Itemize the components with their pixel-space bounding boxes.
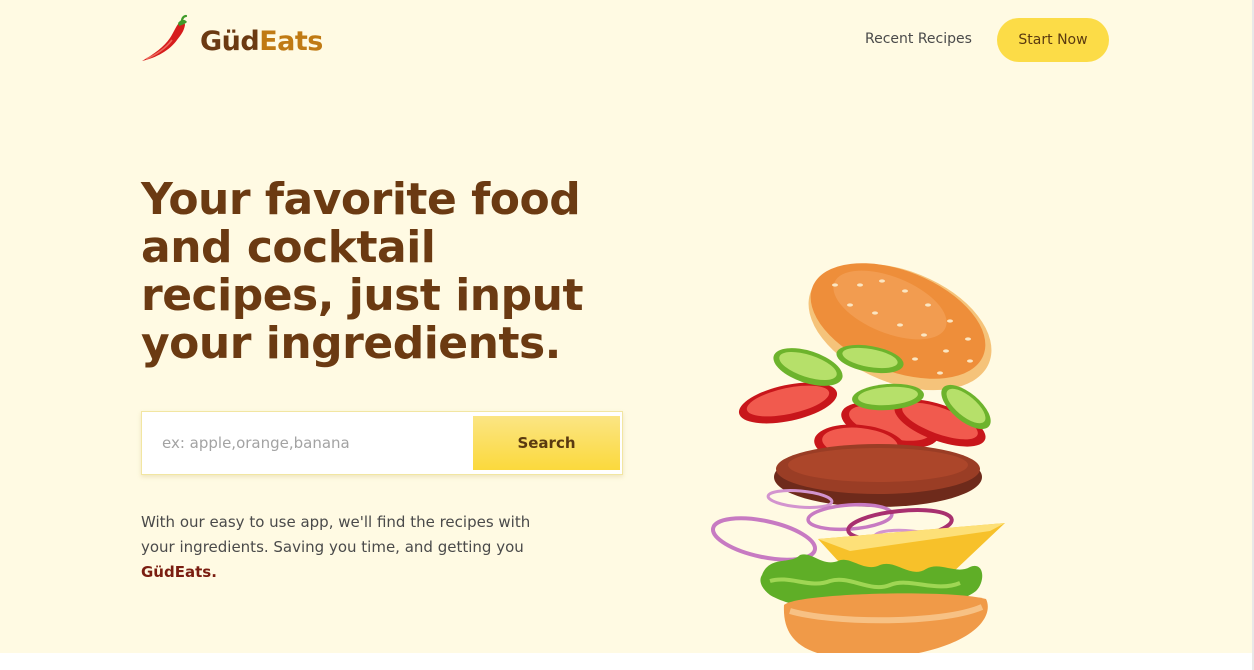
brand-logo[interactable]: GüdEats (140, 14, 323, 64)
flying-burger-illustration (710, 263, 1005, 653)
chili-pepper-icon (142, 14, 188, 62)
hero-title: Your favorite food and cocktail recipes,… (141, 174, 583, 369)
hero-description-text: With our easy to use app, we'll find the… (141, 513, 531, 556)
search-input[interactable] (150, 420, 492, 466)
brand-name-part1: Güd (200, 25, 260, 57)
hero-description-brand: GüdEats. (141, 563, 217, 581)
page: GüdEats Recent Recipes Start Now Your fa… (0, 0, 1254, 653)
search-bar: Search (141, 411, 623, 475)
hero-description: With our easy to use app, we'll find the… (141, 510, 561, 585)
patty-icon (774, 444, 982, 507)
nav-recent-recipes[interactable]: Recent Recipes (865, 31, 972, 47)
bottom-bun-icon (783, 593, 988, 653)
brand-name: GüdEats (200, 26, 323, 57)
start-now-button[interactable]: Start Now (997, 18, 1109, 62)
brand-name-part2: Eats (259, 25, 323, 57)
search-button[interactable]: Search (473, 416, 620, 470)
